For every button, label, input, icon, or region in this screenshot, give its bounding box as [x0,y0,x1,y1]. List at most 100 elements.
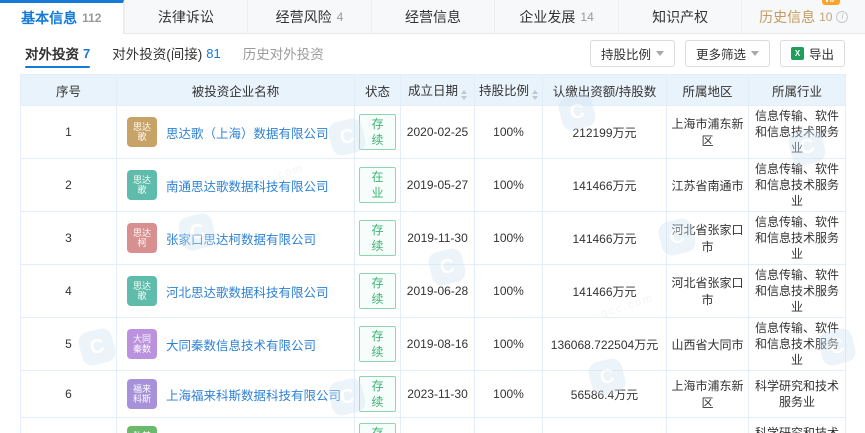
table-row: 4 思达歌 河北思达歌数据科技有限公司 存续 2019-06-28 100% 1… [21,265,846,318]
subtab-label: 历史对外投资 [243,43,324,63]
button-label: 导出 [809,44,834,63]
subscribed-capital: 141466万元 [543,265,667,318]
company-logo: 福来科斯 [127,379,157,409]
company-logo: 数基科技 [127,426,157,433]
tab-label: 历史信息 [759,7,815,27]
company-link[interactable]: 上海福来科斯数据科技有限公司 [166,385,341,404]
company-link[interactable]: 张家口思达柯数据有限公司 [166,229,316,248]
button-label: 更多筛选 [696,44,746,63]
subscribed-capital: 56586.4万元 [543,371,667,418]
tab-count: 10 [819,10,832,24]
status-badge: 在业 [359,167,396,203]
industry: 科学研究和技术服务业 [749,418,846,433]
table-row: 7 数基科技 梧桐数基科技有限公司 存续 2023-12-11 100% 212… [21,418,846,433]
share-ratio: 100% [475,159,543,212]
sort-icon[interactable] [461,90,467,100]
tab-company-development[interactable]: 企业发展 14 [494,0,618,33]
region: 江苏省南通市 [667,159,749,212]
industry: 信息传输、软件和信息技术服务业 [749,265,846,318]
tab-label: 知识产权 [652,7,708,27]
table-row: 6 福来科斯 上海福来科斯数据科技有限公司 存续 2023-11-30 100%… [21,371,846,418]
company-logo: 思达歌 [127,170,157,200]
col-header-label: 持股比例 [479,84,529,98]
investment-table: 序号 被投资企业名称 状态 成立日期 持股比例 认缴出资额/持股数 所属地区 所… [20,74,846,433]
row-index: 1 [21,106,117,159]
share-ratio: 100% [475,318,543,371]
table-row: 5 大同秦数 大同秦数信息技术有限公司 存续 2019-08-16 100% 1… [21,318,846,371]
company-link[interactable]: 河北思达歌数据科技有限公司 [166,282,329,301]
company-link[interactable]: 南通思达歌数据科技有限公司 [166,176,329,195]
table-row: 3 思达柯 张家口思达柯数据有限公司 存续 2019-11-30 100% 14… [21,212,846,265]
tab-operation-risk[interactable]: 经营风险 4 [247,0,371,33]
subscribed-capital: 212199万元 [543,106,667,159]
company-logo: 大同秦数 [127,329,157,359]
row-index: 5 [21,318,117,371]
subtab-label: 对外投资(间接) [112,43,202,63]
button-label: 持股比例 [601,44,651,63]
tab-label: 经营信息 [405,7,461,27]
sub-tab-bar: 对外投资 7 对外投资(间接) 81 历史对外投资 持股比例 更多筛选 X 导出 [0,34,865,72]
tab-operation-info[interactable]: 经营信息 [371,0,495,33]
col-header-status: 状态 [355,75,401,106]
share-ratio: 100% [475,371,543,418]
industry: 科学研究和技术服务业 [749,371,846,418]
tab-legal-litigation[interactable]: 法律诉讼 [124,0,248,33]
col-header-date[interactable]: 成立日期 [401,75,475,106]
subscribed-capital: 141466万元 [543,159,667,212]
more-filters-button[interactable]: 更多筛选 [685,40,770,67]
founded-date: 2019-11-30 [401,212,475,265]
share-ratio-filter-button[interactable]: 持股比例 [590,40,675,67]
share-ratio: 100% [475,265,543,318]
table-header-row: 序号 被投资企业名称 状态 成立日期 持股比例 认缴出资额/持股数 所属地区 所… [21,75,846,106]
tab-label: 企业发展 [519,7,575,27]
row-index: 3 [21,212,117,265]
industry: 信息传输、软件和信息技术服务业 [749,212,846,265]
tab-basic-info[interactable]: 基本信息 112 [0,0,124,34]
subtab-count: 81 [206,46,220,61]
row-index: 4 [21,265,117,318]
main-tab-bar: 基本信息 112 法律诉讼 经营风险 4 经营信息 企业发展 14 知识产权 V… [0,0,865,34]
tab-label: 法律诉讼 [158,7,214,27]
excel-icon: X [791,47,804,60]
company-logo: 思达柯 [127,223,157,253]
col-header-company: 被投资企业名称 [117,75,355,106]
industry: 信息传输、软件和信息技术服务业 [749,106,846,159]
info-icon[interactable]: i [836,11,848,23]
region: 上海市浦东新区 [667,371,749,418]
industry: 信息传输、软件和信息技术服务业 [749,159,846,212]
tab-history-info[interactable]: VIP 历史信息 10 i [741,0,865,33]
founded-date: 2019-08-16 [401,318,475,371]
founded-date: 2019-05-27 [401,159,475,212]
sort-icon[interactable] [532,90,538,100]
founded-date: 2023-11-30 [401,371,475,418]
status-badge: 存续 [359,326,396,362]
founded-date: 2019-06-28 [401,265,475,318]
subtab-outbound-investment[interactable]: 对外投资 7 [25,34,90,72]
company-investment-panel: 基本信息 112 法律诉讼 经营风险 4 经营信息 企业发展 14 知识产权 V… [0,0,865,433]
col-header-ratio[interactable]: 持股比例 [475,75,543,106]
company-link[interactable]: 思达歌（上海）数据有限公司 [166,123,329,142]
company-link[interactable]: 大同秦数信息技术有限公司 [166,335,316,354]
tab-intellectual-property[interactable]: 知识产权 [618,0,742,33]
table-row: 1 思达歌 思达歌（上海）数据有限公司 存续 2020-02-25 100% 2… [21,106,846,159]
status-badge: 存续 [359,273,396,309]
tab-count: 14 [580,10,593,24]
row-index: 7 [21,418,117,433]
export-button[interactable]: X 导出 [780,40,845,67]
subtab-label: 对外投资 [25,43,79,63]
chevron-down-icon [656,51,664,56]
region: 河北省张家口市 [667,212,749,265]
subtab-history-investment[interactable]: 历史对外投资 [243,34,324,72]
subscribed-capital: 136068.722504万元 [543,318,667,371]
region: 山西省大同市 [667,318,749,371]
status-badge: 存续 [359,376,396,412]
col-header-region: 所属地区 [667,75,749,106]
row-index: 6 [21,371,117,418]
tab-label: 基本信息 [21,8,77,28]
subtab-indirect-investment[interactable]: 对外投资(间接) 81 [112,34,220,72]
status-badge: 存续 [359,220,396,256]
industry: 信息传输、软件和信息技术服务业 [749,318,846,371]
subscribed-capital: 141466万元 [543,212,667,265]
col-header-label: 成立日期 [408,84,458,98]
status-badge: 存续 [359,114,396,150]
